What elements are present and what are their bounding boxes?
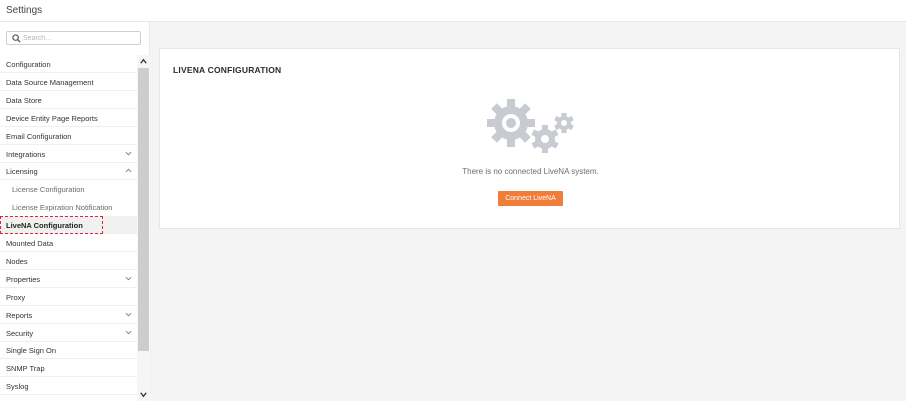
connect-livena-button[interactable]: Connect LiveNA [498, 191, 563, 206]
sidebar-item-troubleshooting[interactable]: Troubleshooting [0, 395, 137, 401]
sidebar-item-proxy[interactable]: Proxy [0, 288, 137, 306]
sidebar-item-integrations[interactable]: Integrations [0, 145, 137, 163]
scroll-up-icon[interactable] [139, 57, 148, 66]
gears-icon [487, 99, 574, 153]
sidebar-item-label: Licensing [6, 167, 38, 177]
sidebar-item-properties[interactable]: Properties [0, 270, 137, 288]
sidebar-item-label: LiveNA Configuration [6, 221, 83, 231]
sidebar-item-label: Single Sign On [6, 346, 57, 356]
sidebar: Configuration Data Source Management Data … [0, 22, 150, 401]
sidebar-item-license-expiration-notification[interactable]: License Expiration Notification [0, 198, 137, 216]
sidebar-item-label: License Expiration Notification [12, 203, 113, 213]
sidebar-item-label: Nodes [6, 256, 28, 266]
sidebar-item-single-sign-on[interactable]: Single Sign On [0, 341, 137, 360]
search-icon [12, 34, 21, 43]
empty-state-message: There is no connected LiveNA system. [462, 167, 599, 176]
sidebar-item-label: Email Configuration [6, 131, 72, 141]
sidebar-item-label: Device Entity Page Reports [6, 113, 98, 123]
chevron-down-icon[interactable] [125, 150, 132, 157]
sidebar-item-email-configuration[interactable]: Email Configuration [0, 127, 137, 145]
scroll-thumb[interactable] [138, 68, 149, 351]
sidebar-item-licensing[interactable]: Licensing [0, 162, 137, 181]
livena-config-panel: LIVENA CONFIGURATION There is no connect… [159, 48, 900, 229]
settings-menu: Configuration Data Source Management Data … [0, 55, 137, 401]
sidebar-item-label: Data Store [6, 95, 42, 105]
sidebar-item-nodes[interactable]: Nodes [0, 252, 137, 270]
sidebar-item-label: Syslog [6, 382, 29, 392]
sidebar-item-livena-configuration[interactable]: LiveNA Configuration [0, 216, 137, 235]
sidebar-item-data-source-management[interactable]: Data Source Management [0, 73, 137, 91]
top-bar: Settings [0, 0, 906, 22]
chevron-up-icon[interactable] [125, 167, 132, 174]
sidebar-item-license-configuration[interactable]: License Configuration [0, 180, 137, 198]
sidebar-item-label: Data Source Management [6, 77, 94, 87]
search-input[interactable] [23, 32, 135, 44]
sidebar-item-syslog[interactable]: Syslog [0, 377, 137, 396]
chevron-down-icon[interactable] [125, 329, 132, 336]
sidebar-item-label: Properties [6, 274, 41, 284]
page-title: LIVENA CONFIGURATION [173, 65, 282, 75]
sidebar-item-label: Security [6, 328, 34, 338]
sidebar-item-label: Reports [6, 310, 33, 320]
sidebar-item-data-store[interactable]: Data Store [0, 91, 137, 109]
chevron-down-icon[interactable] [125, 311, 132, 318]
sidebar-item-label: Integrations [6, 149, 46, 159]
search-box[interactable] [6, 31, 141, 45]
chevron-down-icon[interactable] [125, 275, 132, 282]
scroll-down-icon[interactable] [139, 390, 148, 399]
sidebar-item-label: Configuration [6, 60, 51, 69]
sidebar-item-label: License Configuration [12, 185, 85, 195]
sidebar-item-configuration[interactable]: Configuration [0, 55, 137, 73]
sidebar-item-security[interactable]: Security [0, 324, 137, 342]
sidebar-item-reports[interactable]: Reports [0, 306, 137, 324]
sidebar-item-device-entity-page-reports[interactable]: Device Entity Page Reports [0, 109, 137, 127]
sidebar-item-mounted-data[interactable]: Mounted Data [0, 234, 137, 252]
sidebar-item-snmp-trap[interactable]: SNMP Trap [0, 359, 137, 378]
app-title: Settings [6, 5, 43, 16]
sidebar-item-label: SNMP Trap [6, 364, 45, 374]
sidebar-item-label: Proxy [6, 292, 26, 302]
sidebar-scrollbar[interactable] [137, 55, 150, 401]
sidebar-item-label: Mounted Data [6, 239, 54, 248]
